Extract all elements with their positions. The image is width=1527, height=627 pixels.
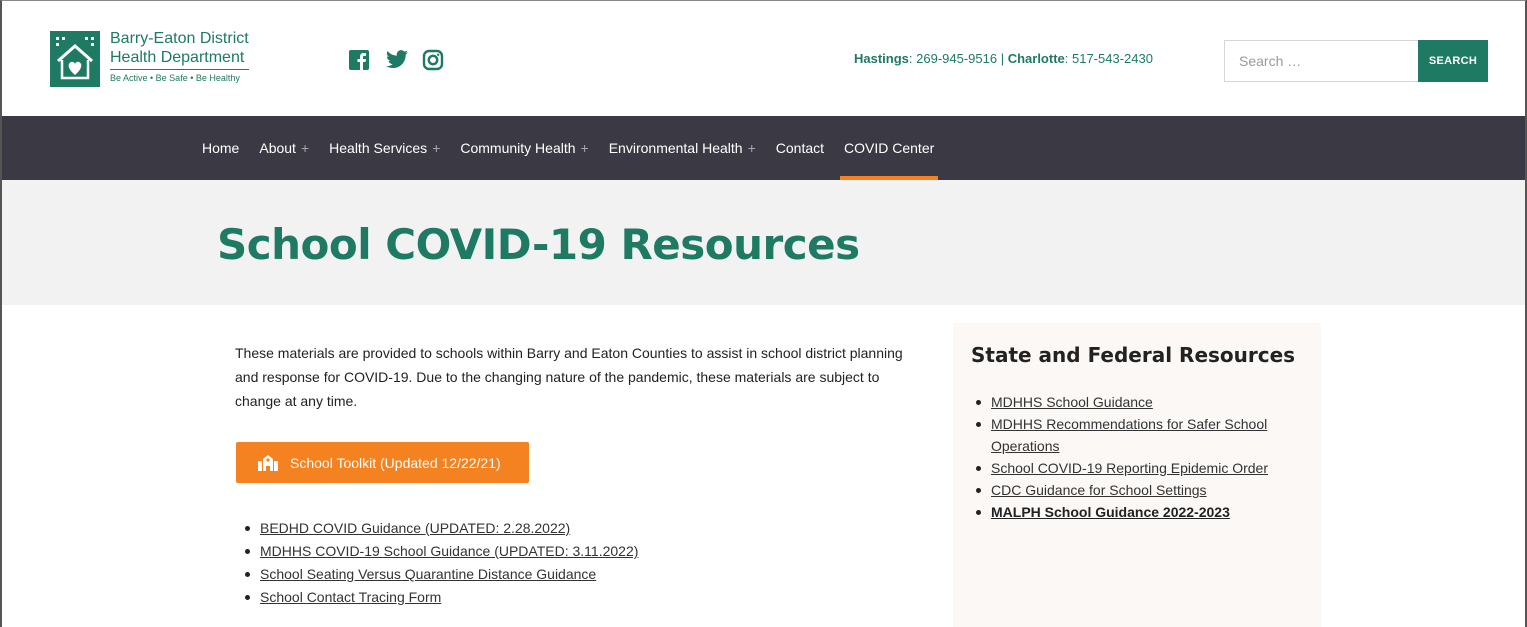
nav-item-label: Home <box>202 140 240 156</box>
twitter-icon[interactable] <box>385 49 408 71</box>
sidebar-resource-link[interactable]: CDC Guidance for School Settings <box>991 479 1207 501</box>
nav-item-label: Community Health <box>460 140 576 156</box>
nav-item-home[interactable]: Home <box>202 116 239 180</box>
nav-item-label: Contact <box>775 140 825 156</box>
main-nav: Home About + Health Services + Community Heal… <box>2 116 1525 180</box>
search-input[interactable]: Search … <box>1224 40 1418 82</box>
school-toolkit-button[interactable]: School Toolkit (Updated 12/22/21) <box>236 442 529 483</box>
page-title: School COVID-19 Resources <box>217 220 860 269</box>
hastings-phone: : 269-945-9516 | <box>908 51 1008 66</box>
nav-item-environmental-health[interactable]: Environmental Health + <box>609 116 756 180</box>
school-icon <box>258 454 278 471</box>
plus-icon[interactable]: + <box>432 140 440 156</box>
list-item: BEDHD COVID Guidance (UPDATED: 2.28.2022… <box>235 517 638 540</box>
logo-line2: Health Department <box>110 50 249 70</box>
nav-item-label: About <box>259 140 296 156</box>
social-links <box>348 49 444 71</box>
site-header: Barry-Eaton District Health Department B… <box>2 1 1525 116</box>
list-item: School Seating Versus Quarantine Distanc… <box>235 563 638 586</box>
school-toolkit-label: School Toolkit (Updated 12/22/21) <box>290 454 501 471</box>
nav-item-label: Health Services <box>329 140 428 156</box>
resource-link[interactable]: BEDHD COVID Guidance (UPDATED: 2.28.2022… <box>260 517 570 540</box>
plus-icon[interactable]: + <box>301 140 309 156</box>
facebook-icon[interactable] <box>348 49 370 71</box>
list-item: MDHHS Recommendations for Safer School O… <box>971 413 1291 457</box>
sidebar-links-list: MDHHS School Guidance MDHHS Recommendatio… <box>971 391 1291 523</box>
nav-item-label: Environmental Health <box>608 140 743 156</box>
resource-link[interactable]: School Seating Versus Quarantine Distanc… <box>260 563 596 586</box>
sidebar-resource-link[interactable]: School COVID-19 Reporting Epidemic Order <box>991 457 1268 479</box>
nav-item-community-health[interactable]: Community Health + <box>460 116 588 180</box>
charlotte-label: Charlotte <box>1007 51 1065 66</box>
logo-line1: Barry-Eaton District <box>110 30 249 47</box>
nav-item-about[interactable]: About + <box>259 116 309 180</box>
main-links-list: BEDHD COVID Guidance (UPDATED: 2.28.2022… <box>235 517 638 609</box>
nav-item-contact[interactable]: Contact <box>776 116 824 180</box>
resource-link[interactable]: MDHHS COVID-19 School Guidance (UPDATED:… <box>260 540 638 563</box>
hastings-label: Hastings <box>854 51 909 66</box>
search-button[interactable]: SEARCH <box>1418 40 1488 82</box>
sidebar-resource-link[interactable]: MDHHS School Guidance <box>991 391 1153 413</box>
contact-phones: Hastings: 269-945-9516 | Charlotte: 517-… <box>854 51 1153 66</box>
sidebar-resource-link[interactable]: MDHHS Recommendations for Safer School O… <box>991 413 1291 457</box>
list-item: School COVID-19 Reporting Epidemic Order <box>971 457 1291 479</box>
page-frame: Barry-Eaton District Health Department B… <box>0 0 1527 627</box>
list-item: CDC Guidance for School Settings <box>971 479 1291 501</box>
list-item: MALPH School Guidance 2022-2023 <box>971 501 1291 523</box>
intro-text: These materials are provided to schools … <box>235 345 903 409</box>
logo-house-icon <box>50 31 100 87</box>
plus-icon[interactable]: + <box>581 140 589 156</box>
plus-icon[interactable]: + <box>748 140 756 156</box>
nav-item-label: COVID Center <box>844 140 935 156</box>
sidebar-title: State and Federal Resources <box>971 343 1296 367</box>
nav-item-covid-center[interactable]: COVID Center <box>840 116 939 180</box>
charlotte-phone: : 517-543-2430 <box>1064 51 1153 66</box>
resource-link[interactable]: School Contact Tracing Form <box>260 586 441 609</box>
nav-item-health-services[interactable]: Health Services + <box>329 116 440 180</box>
instagram-icon[interactable] <box>422 49 444 71</box>
site-logo[interactable]: Barry-Eaton District Health Department B… <box>50 31 249 87</box>
list-item: MDHHS School Guidance <box>971 391 1291 413</box>
logo-tagline: Be Active • Be Safe • Be Healthy <box>110 73 240 83</box>
sidebar-resource-link[interactable]: MALPH School Guidance 2022-2023 <box>991 501 1230 523</box>
list-item: School Contact Tracing Form <box>235 586 638 609</box>
page-banner: School COVID-19 Resources <box>2 180 1525 305</box>
list-item: MDHHS COVID-19 School Guidance (UPDATED:… <box>235 540 638 563</box>
